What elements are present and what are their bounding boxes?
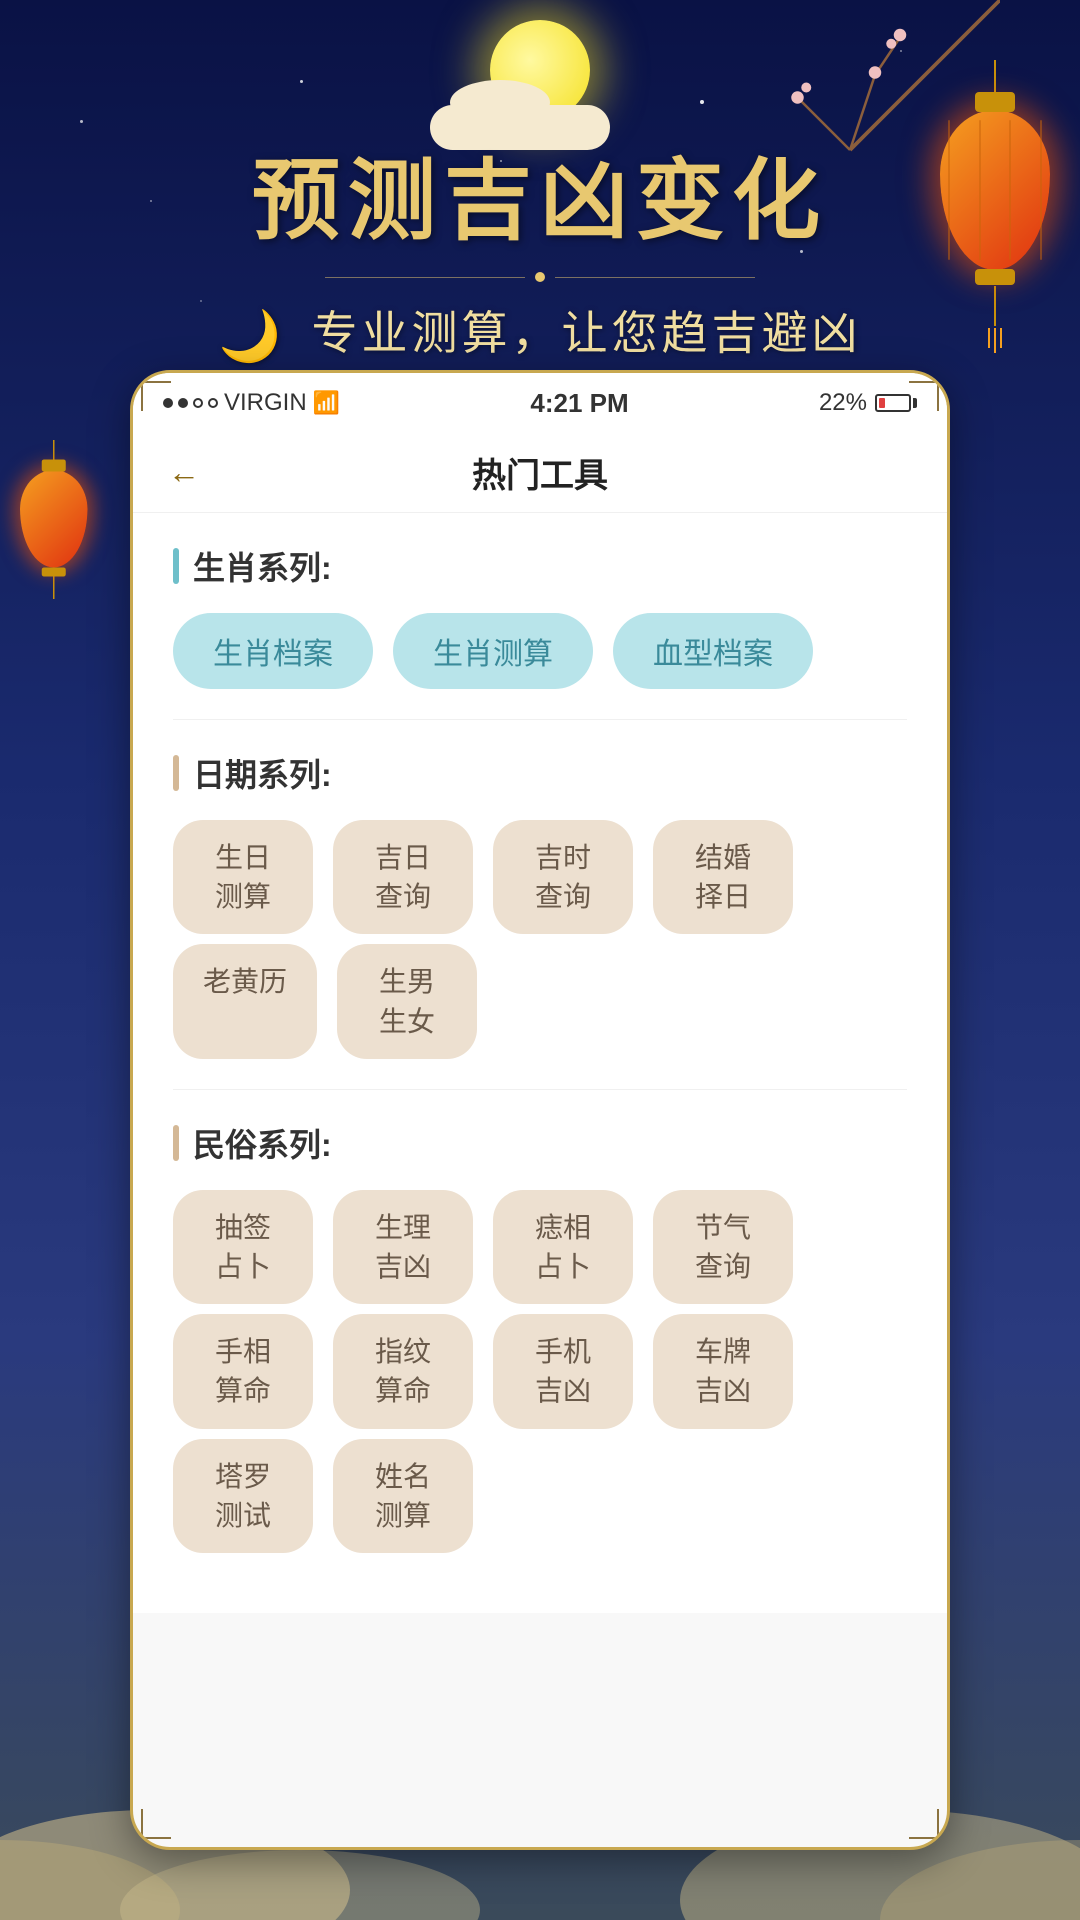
- carrier-label: VIRGIN: [224, 389, 307, 417]
- tag-taluo-ceshi[interactable]: 塔罗 测试: [173, 1439, 313, 1553]
- section-minsu-header: 民俗系列:: [173, 1120, 907, 1166]
- divider-1: [173, 719, 907, 720]
- lantern-left: [20, 440, 88, 599]
- corner-bl: [141, 1809, 171, 1839]
- tags-row-riqi-2: 老黄历 生男 生女: [173, 944, 907, 1058]
- signal-dots: [163, 398, 218, 408]
- corner-tl: [141, 381, 171, 411]
- tag-jiehun-zeri[interactable]: 结婚 择日: [653, 820, 793, 934]
- section-title-riqi: 日期系列:: [193, 750, 332, 796]
- status-bar: VIRGIN 📶 4:21 PM 22%: [133, 373, 947, 433]
- section-title-minsu: 民俗系列:: [193, 1120, 332, 1166]
- section-riqi-header: 日期系列:: [173, 750, 907, 796]
- battery-percent: 22%: [819, 389, 867, 417]
- tag-sheng-nan-nv[interactable]: 生男 生女: [337, 944, 477, 1058]
- section-title-shengxiao: 生肖系列:: [193, 543, 332, 589]
- tags-row-minsu-1: 抽签 占卜 生理 吉凶 痣相 占卜 节气 查询: [173, 1190, 907, 1304]
- tag-chouqian-zhanbu[interactable]: 抽签 占卜: [173, 1190, 313, 1304]
- section-bar-riqi: [173, 755, 179, 791]
- section-riqi: 日期系列: 生日 测算 吉日 查询 吉时 查询 结婚 择日 老黄历 生男 生女: [173, 750, 907, 1059]
- tags-row-riqi-1: 生日 测算 吉日 查询 吉时 查询 结婚 择日: [173, 820, 907, 934]
- title-divider: [0, 272, 1080, 282]
- tag-laohualili[interactable]: 老黄历: [173, 944, 317, 1058]
- subtitle: 🌙 专业测算，让您趋吉避凶: [0, 297, 1080, 366]
- tags-row-minsu-3: 塔罗 测试 姓名 测算: [173, 1439, 907, 1553]
- section-shengxiao-header: 生肖系列:: [173, 543, 907, 589]
- tag-xingming-cesuan[interactable]: 姓名 测算: [333, 1439, 473, 1553]
- title-area: 预测吉凶变化 🌙 专业测算，让您趋吉避凶: [0, 130, 1080, 366]
- tag-xuexing-dangan[interactable]: 血型档案: [613, 613, 813, 689]
- tag-shengri-cesuan[interactable]: 生日 测算: [173, 820, 313, 934]
- main-title: 预测吉凶变化: [0, 130, 1080, 257]
- signal-dot-2: [178, 398, 188, 408]
- content-area: 生肖系列: 生肖档案 生肖测算 血型档案 日期系列: 生日 测算 吉日 查询 吉…: [133, 513, 947, 1613]
- status-left: VIRGIN 📶: [163, 389, 340, 417]
- tag-zhixiang-zhanbu[interactable]: 痣相 占卜: [493, 1190, 633, 1304]
- section-minsu: 民俗系列: 抽签 占卜 生理 吉凶 痣相 占卜 节气 查询 手相 算命 指纹 算…: [173, 1120, 907, 1553]
- divider-2: [173, 1089, 907, 1090]
- section-bar-shengxiao: [173, 548, 179, 584]
- tag-shengxiao-cesuan[interactable]: 生肖测算: [393, 613, 593, 689]
- signal-dot-4: [208, 398, 218, 408]
- status-time: 4:21 PM: [530, 388, 628, 419]
- tag-chepai-jixiong[interactable]: 车牌 吉凶: [653, 1314, 793, 1428]
- tag-shouxiang-suanming[interactable]: 手相 算命: [173, 1314, 313, 1428]
- wifi-icon: 📶: [313, 390, 340, 416]
- status-right: 22%: [819, 389, 917, 417]
- tag-shengxiao-dangan[interactable]: 生肖档案: [173, 613, 373, 689]
- cloud-icon: 🌙: [218, 308, 284, 364]
- corner-tr: [909, 381, 939, 411]
- nav-bar: ← 热门工具: [133, 433, 947, 513]
- section-bar-minsu: [173, 1125, 179, 1161]
- signal-dot-3: [193, 398, 203, 408]
- corner-br: [909, 1809, 939, 1839]
- tags-row-minsu-2: 手相 算命 指纹 算命 手机 吉凶 车牌 吉凶: [173, 1314, 907, 1428]
- back-button[interactable]: ←: [163, 449, 215, 496]
- tag-jieqi-chaxun[interactable]: 节气 查询: [653, 1190, 793, 1304]
- section-shengxiao: 生肖系列: 生肖档案 生肖测算 血型档案: [173, 543, 907, 689]
- tag-shengli-jixiong[interactable]: 生理 吉凶: [333, 1190, 473, 1304]
- tag-zhiwen-suanming[interactable]: 指纹 算命: [333, 1314, 473, 1428]
- tag-jiri-chaxun[interactable]: 吉日 查询: [333, 820, 473, 934]
- phone-mockup: VIRGIN 📶 4:21 PM 22% ← 热门工具 生肖系列:: [130, 370, 950, 1850]
- nav-title: 热门工具: [472, 448, 608, 497]
- tag-jishi-chaxun[interactable]: 吉时 查询: [493, 820, 633, 934]
- tag-shouji-jixiong[interactable]: 手机 吉凶: [493, 1314, 633, 1428]
- tags-row-shengxiao: 生肖档案 生肖测算 血型档案: [173, 613, 907, 689]
